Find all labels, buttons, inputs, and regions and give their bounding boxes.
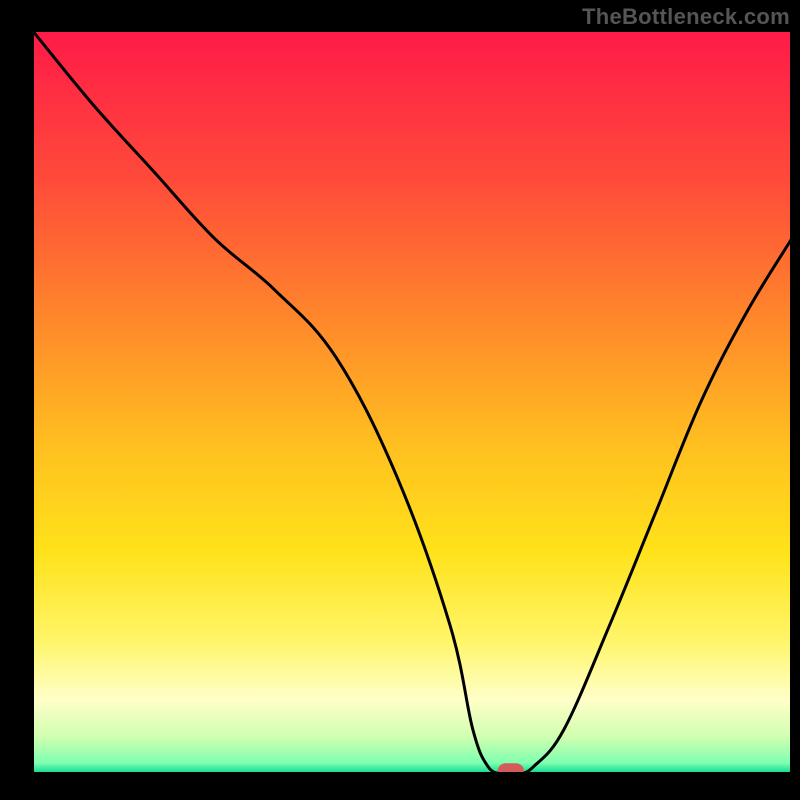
bottleneck-chart — [0, 0, 800, 800]
watermark-text: TheBottleneck.com — [582, 4, 790, 30]
chart-container: TheBottleneck.com — [0, 0, 800, 800]
gradient-background — [32, 30, 792, 774]
